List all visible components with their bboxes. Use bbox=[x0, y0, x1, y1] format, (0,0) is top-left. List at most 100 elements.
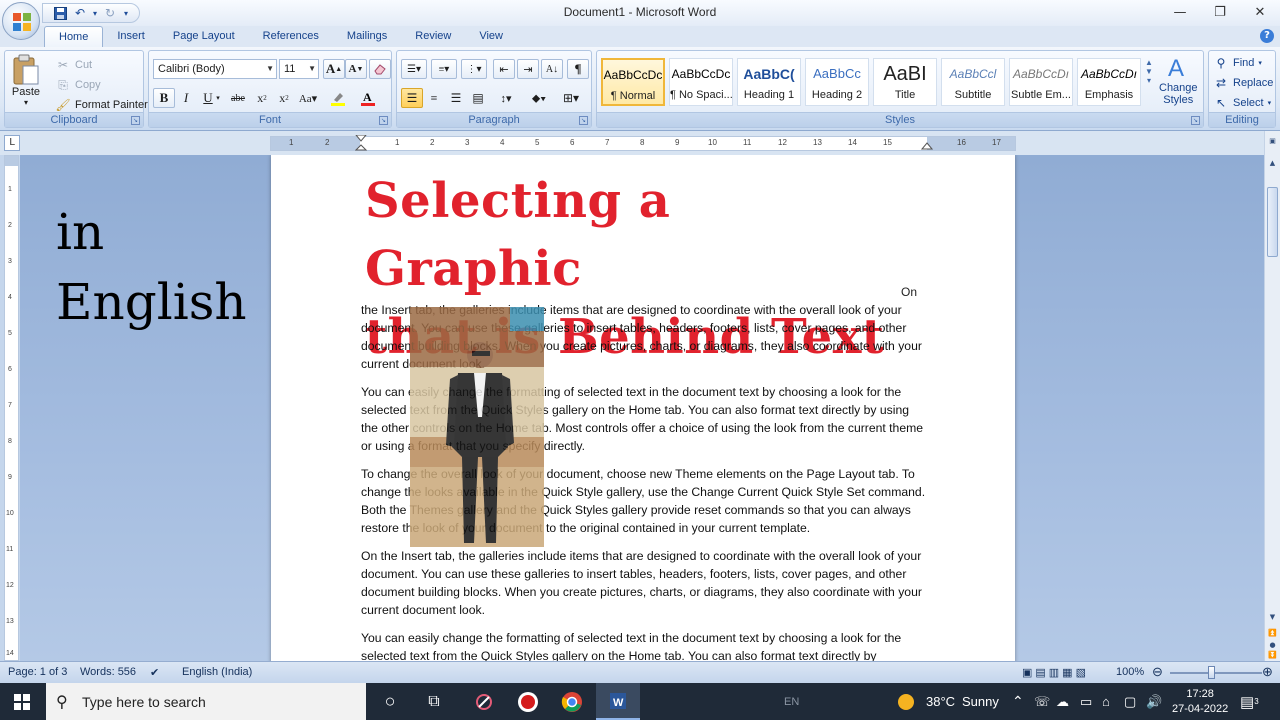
superscript-button[interactable]: x2 bbox=[273, 88, 295, 108]
page-indicator[interactable]: Page: 1 of 3 bbox=[8, 666, 67, 678]
vertical-ruler[interactable]: 1 2 3 4 5 6 7 8 9 10 11 12 13 14 bbox=[4, 155, 19, 661]
scroll-up-icon[interactable]: ▲ bbox=[1145, 58, 1153, 67]
change-styles-button[interactable]: A Change Styles bbox=[1159, 54, 1198, 106]
meet-now-icon[interactable]: ☏ bbox=[1034, 683, 1050, 720]
highlight-button[interactable] bbox=[327, 88, 349, 108]
view-buttons[interactable]: ▣▤▥▦▧ bbox=[1022, 666, 1089, 679]
justify-button[interactable]: ▤ bbox=[467, 88, 489, 108]
align-right-button[interactable]: ☰ bbox=[445, 88, 467, 108]
copy-button[interactable]: ⎘ Copy bbox=[55, 77, 101, 93]
clear-formatting-button[interactable] bbox=[369, 59, 391, 79]
notifications-icon[interactable]: ▤ 3 bbox=[1240, 683, 1259, 720]
zoom-in-icon[interactable]: ⊕ bbox=[1262, 664, 1273, 680]
tab-mailings[interactable]: Mailings bbox=[333, 26, 401, 47]
display-icon[interactable]: ▢ bbox=[1124, 683, 1136, 720]
style-emphasis[interactable]: AaBbCcDı Emphasis bbox=[1077, 58, 1141, 106]
style-normal[interactable]: AaBbCcDc ¶ Normal bbox=[601, 58, 665, 106]
italic-button[interactable]: I bbox=[175, 88, 197, 108]
align-left-button[interactable]: ☰ bbox=[401, 88, 423, 108]
style-subtle-emphasis[interactable]: AaBbCcDı Subtle Em... bbox=[1009, 58, 1073, 106]
subscript-button[interactable]: x2 bbox=[251, 88, 273, 108]
word-count[interactable]: Words: 556 bbox=[80, 666, 136, 678]
bullets-button[interactable]: ☰▾ bbox=[401, 59, 427, 79]
right-indent-marker-icon[interactable] bbox=[921, 140, 933, 152]
language-tray[interactable]: EN bbox=[784, 683, 799, 720]
change-case-button[interactable]: Aa▾ bbox=[295, 88, 321, 108]
cut-button[interactable]: ✂ Cut bbox=[55, 57, 92, 73]
word-taskbar-icon[interactable]: W bbox=[596, 683, 640, 720]
cloud-icon[interactable]: ☁ bbox=[1056, 683, 1069, 720]
document-page[interactable]: Selecting a Graphic that is Behind Text … bbox=[271, 155, 1015, 661]
tab-page-layout[interactable]: Page Layout bbox=[159, 26, 249, 47]
scroll-thumb[interactable] bbox=[1267, 187, 1278, 257]
styles-scroll[interactable]: ▲ ▼ ▾ bbox=[1145, 58, 1153, 85]
scroll-up-icon[interactable]: ▲ bbox=[1267, 157, 1278, 169]
shading-button[interactable]: ⬥▾ bbox=[525, 88, 553, 108]
zoom-out-icon[interactable]: ⊖ bbox=[1152, 664, 1163, 680]
decrease-indent-button[interactable]: ⇤ bbox=[493, 59, 515, 79]
bold-button[interactable]: B bbox=[153, 88, 175, 108]
zoom-slider-thumb[interactable] bbox=[1208, 666, 1215, 679]
help-icon[interactable]: ? bbox=[1260, 29, 1274, 43]
select-button[interactable]: ↖ Select ▾ bbox=[1213, 95, 1271, 111]
multilevel-list-button[interactable]: ⋮▾ bbox=[461, 59, 487, 79]
tab-insert[interactable]: Insert bbox=[103, 26, 159, 47]
weather-icon[interactable] bbox=[896, 683, 916, 720]
shrink-font-button[interactable]: A ▼ bbox=[345, 59, 367, 79]
strikethrough-button[interactable]: abe bbox=[227, 88, 249, 108]
behind-text-photo[interactable] bbox=[410, 307, 544, 547]
tab-home[interactable]: Home bbox=[44, 26, 104, 47]
vertical-scrollbar[interactable]: ▣ ▲ ▼ ⏫ ● ⏬ bbox=[1264, 131, 1280, 661]
font-color-button[interactable]: A bbox=[357, 88, 379, 108]
font-launcher-icon[interactable]: ↘ bbox=[379, 116, 388, 125]
tab-view[interactable]: View bbox=[465, 26, 517, 47]
indent-marker-icon[interactable] bbox=[355, 135, 367, 153]
line-spacing-button[interactable]: ↕▾ bbox=[493, 88, 519, 108]
find-button[interactable]: ⚲ Find ▾ bbox=[1213, 55, 1262, 71]
close-button[interactable]: ✕ bbox=[1240, 0, 1280, 24]
more-styles-icon[interactable]: ▾ bbox=[1147, 76, 1151, 85]
style-title[interactable]: AaBI Title bbox=[873, 58, 937, 106]
replace-button[interactable]: ⇄ Replace bbox=[1213, 75, 1273, 91]
numbering-button[interactable]: ≡▾ bbox=[431, 59, 457, 79]
network-icon[interactable]: ⌂ bbox=[1102, 683, 1110, 720]
zoom-slider-track[interactable] bbox=[1170, 672, 1262, 674]
restore-button[interactable]: ❐ bbox=[1200, 0, 1240, 24]
style-no-spacing[interactable]: AaBbCcDc ¶ No Spaci... bbox=[669, 58, 733, 106]
paste-button[interactable]: Paste ▾ bbox=[11, 54, 41, 107]
battery-icon[interactable]: ▭ bbox=[1080, 683, 1092, 720]
scroll-down-icon[interactable]: ▼ bbox=[1145, 67, 1153, 76]
clock[interactable]: 17:28 27-04-2022 bbox=[1172, 683, 1228, 720]
previous-page-icon[interactable]: ⏫ bbox=[1267, 627, 1278, 639]
ruler-toggle-icon[interactable]: ▣ bbox=[1267, 135, 1278, 147]
task-view-icon[interactable]: ⧉ bbox=[412, 683, 456, 720]
tab-review[interactable]: Review bbox=[401, 26, 465, 47]
styles-launcher-icon[interactable]: ↘ bbox=[1191, 116, 1200, 125]
font-name-field[interactable]: Calibri (Body) ▼ bbox=[153, 59, 277, 79]
style-heading-2[interactable]: AaBbCc Heading 2 bbox=[805, 58, 869, 106]
show-hidden-icons-icon[interactable]: ⌃ bbox=[1012, 683, 1024, 720]
borders-button[interactable]: ⊞▾ bbox=[557, 88, 585, 108]
taskbar-search-input[interactable]: ⚲ Type here to search bbox=[46, 683, 366, 720]
font-size-field[interactable]: 11 ▼ bbox=[279, 59, 319, 79]
tab-selector[interactable]: L bbox=[4, 135, 20, 151]
scroll-down-icon[interactable]: ▼ bbox=[1267, 611, 1278, 623]
snipping-tool-icon[interactable] bbox=[462, 683, 506, 720]
align-center-button[interactable]: ≡ bbox=[423, 88, 445, 108]
chrome-icon[interactable] bbox=[550, 683, 594, 720]
zoom-level[interactable]: 100% bbox=[1116, 666, 1144, 678]
proofing-icon[interactable]: ✔ bbox=[150, 666, 159, 679]
volume-icon[interactable]: 🔊 bbox=[1146, 683, 1162, 720]
grow-font-button[interactable]: A ▲ bbox=[323, 59, 345, 79]
clipboard-launcher-icon[interactable]: ↘ bbox=[131, 116, 140, 125]
show-formatting-button[interactable]: ¶ bbox=[567, 59, 589, 79]
underline-dropdown-icon[interactable]: ▾ bbox=[213, 88, 223, 108]
style-subtitle[interactable]: AaBbCcl Subtitle bbox=[941, 58, 1005, 106]
horizontal-ruler[interactable]: 1 2 1 2 3 4 5 6 7 8 9 10 11 12 13 14 15 … bbox=[270, 135, 1016, 153]
office-button[interactable] bbox=[2, 2, 40, 40]
cortana-icon[interactable]: ○ bbox=[368, 683, 412, 720]
tab-references[interactable]: References bbox=[249, 26, 333, 47]
recorder-icon[interactable] bbox=[506, 683, 550, 720]
paragraph-launcher-icon[interactable]: ↘ bbox=[579, 116, 588, 125]
sort-button[interactable]: A↓ bbox=[541, 59, 563, 79]
